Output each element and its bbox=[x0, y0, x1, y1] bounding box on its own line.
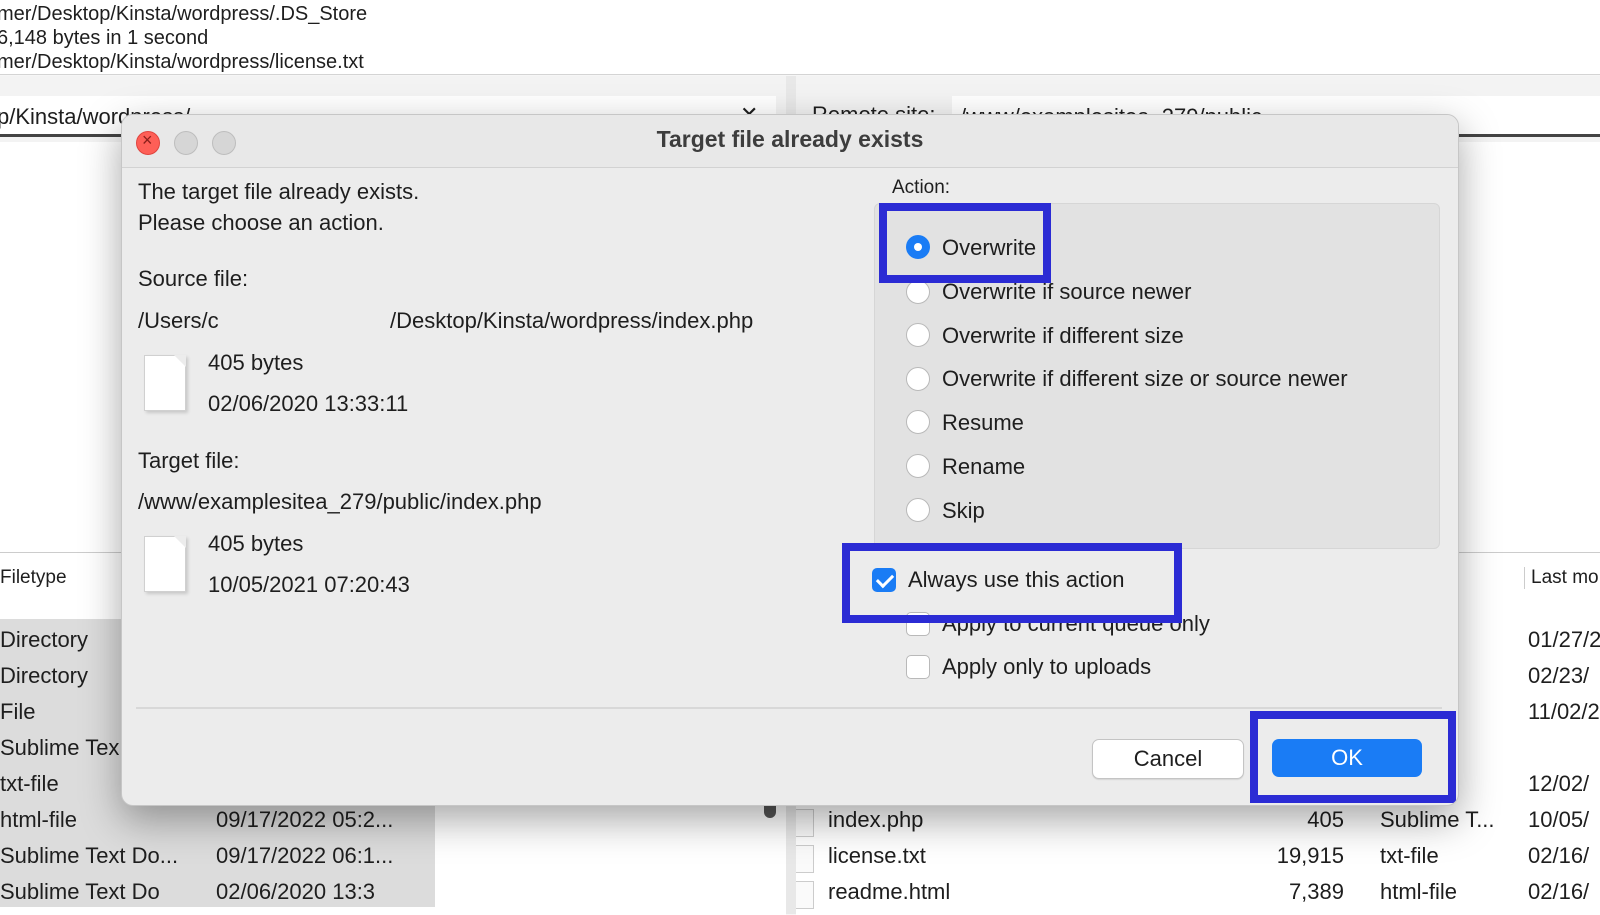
file-date: 02/16/ bbox=[1528, 879, 1590, 904]
file-date: 10/05/ bbox=[1528, 807, 1590, 832]
dialog-message: Please choose an action. bbox=[138, 210, 384, 235]
option-label: Resume bbox=[942, 410, 1024, 435]
source-file-date: 02/06/2020 13:33:11 bbox=[208, 391, 409, 416]
log-line: 6,148 bytes in 1 second bbox=[0, 27, 209, 49]
source-file-path: /Desktop/Kinsta/wordpress/index.php bbox=[390, 308, 754, 333]
radio-button[interactable] bbox=[906, 280, 930, 304]
source-file-size: 405 bytes bbox=[208, 350, 304, 375]
file-icon bbox=[796, 845, 814, 873]
radio-button[interactable] bbox=[906, 454, 930, 478]
target-file-size: 405 bytes bbox=[208, 531, 304, 556]
checkbox-label: Apply only to uploads bbox=[942, 654, 1152, 679]
file-type: Directory bbox=[0, 663, 89, 688]
file-type: txt-file bbox=[0, 771, 59, 796]
file-name: readme.html bbox=[828, 879, 951, 904]
file-type: File bbox=[0, 699, 36, 724]
file-type: html-file bbox=[0, 807, 78, 832]
file-date: 01/27/2 bbox=[1528, 627, 1600, 652]
log-line: mer/Desktop/Kinsta/wordpress/license.txt bbox=[0, 51, 364, 73]
message-log: mer/Desktop/Kinsta/wordpress/.DS_Store 6… bbox=[0, 0, 1600, 75]
option-label: Overwrite if different size bbox=[942, 323, 1184, 348]
file-date: 11/02/2 bbox=[1528, 699, 1600, 724]
file-date: 12/02/ bbox=[1528, 771, 1590, 796]
file-type: txt-file bbox=[1380, 843, 1439, 868]
file-type: Sublime Tex bbox=[0, 735, 120, 760]
file-date: 02/06/2020 13:3 bbox=[216, 879, 376, 904]
radio-button[interactable] bbox=[906, 410, 930, 434]
file-icon bbox=[796, 809, 814, 837]
file-type: Directory bbox=[0, 627, 89, 652]
dialog-title: Target file already exists bbox=[656, 126, 924, 152]
file-exists-dialog: Target file already exists The target fi… bbox=[121, 114, 1459, 806]
radio-button[interactable] bbox=[906, 498, 930, 522]
file-size: 7,389 bbox=[1288, 879, 1344, 904]
column-header-last-modified[interactable]: Last mo bbox=[1524, 567, 1599, 589]
target-file-label: Target file: bbox=[138, 448, 240, 473]
highlight-box-ok bbox=[1250, 711, 1456, 803]
file-name: license.txt bbox=[828, 843, 926, 868]
source-file-label: Source file: bbox=[138, 266, 249, 291]
cancel-button[interactable]: Cancel bbox=[1092, 739, 1244, 779]
file-date: 02/16/ bbox=[1528, 843, 1590, 868]
dialog-separator bbox=[136, 707, 1442, 709]
file-date: 09/17/2022 06:1... bbox=[216, 843, 394, 868]
dialog-message: The target file already exists. bbox=[138, 179, 420, 204]
dialog-titlebar[interactable]: Target file already exists bbox=[122, 115, 1458, 168]
radio-button[interactable] bbox=[906, 323, 930, 347]
action-label: Action: bbox=[892, 177, 951, 198]
document-icon bbox=[144, 355, 186, 411]
source-file-path: /Users/c bbox=[138, 308, 219, 333]
highlight-box-overwrite bbox=[879, 203, 1051, 283]
file-name: index.php bbox=[828, 807, 924, 832]
file-type: Sublime T... bbox=[1380, 807, 1495, 832]
option-label: Overwrite if different size or source ne… bbox=[942, 366, 1348, 391]
file-size: 405 bbox=[1307, 807, 1344, 832]
target-file-date: 10/05/2021 07:20:43 bbox=[208, 572, 410, 597]
highlight-box-always-use bbox=[842, 543, 1182, 623]
checkbox[interactable] bbox=[906, 655, 930, 679]
file-type: Sublime Text Do... bbox=[0, 843, 179, 868]
file-icon bbox=[796, 881, 814, 909]
file-type: Sublime Text Do bbox=[0, 879, 160, 904]
radio-button[interactable] bbox=[906, 367, 930, 391]
column-header-filetype[interactable]: Filetype bbox=[0, 567, 67, 589]
log-line: mer/Desktop/Kinsta/wordpress/.DS_Store bbox=[0, 3, 368, 25]
option-label: Skip bbox=[942, 498, 985, 523]
file-date: 09/17/2022 05:2... bbox=[216, 807, 394, 832]
file-size: 19,915 bbox=[1276, 843, 1344, 868]
document-icon bbox=[144, 536, 186, 592]
target-file-path: /www/examplesitea_279/public/index.php bbox=[138, 489, 542, 514]
option-label: Rename bbox=[942, 454, 1026, 479]
file-type: html-file bbox=[1380, 879, 1458, 904]
file-date: 02/23/ bbox=[1528, 663, 1590, 688]
